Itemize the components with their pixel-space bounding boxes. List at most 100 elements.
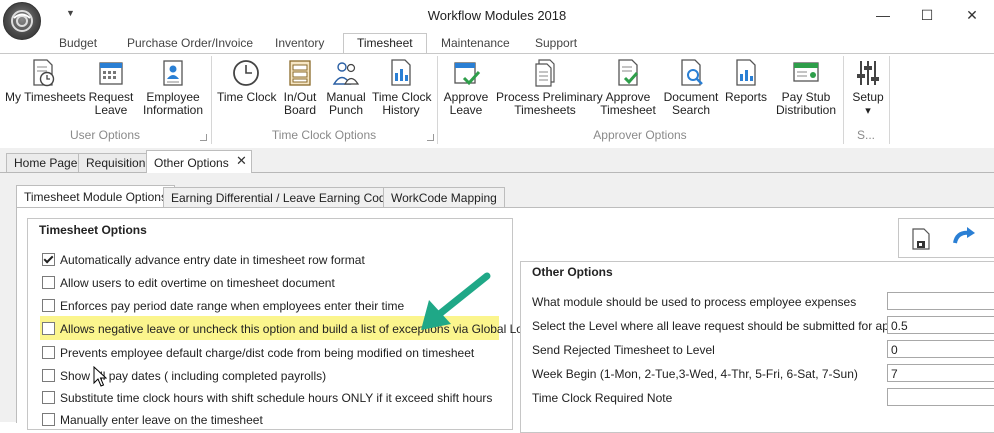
tab-workcode-mapping[interactable]: WorkCode Mapping [383, 187, 505, 207]
people-icon [332, 62, 360, 85]
checkbox[interactable] [42, 346, 55, 359]
other-option-label-week-begin: Week Begin (1-Mon, 2-Tue,3-Wed, 4-Thr, 5… [532, 367, 858, 381]
pay-stub-distribution-label: Pay Stub Distribution [775, 90, 837, 117]
ribbon-tab-maintenance[interactable]: Maintenance [441, 36, 510, 50]
setup-dropdown-icon: ▾ [865, 105, 871, 117]
time-clock-button[interactable]: Time Clock [217, 58, 277, 104]
calendar-check-icon [454, 62, 481, 86]
other-options-title: Other Options [532, 265, 613, 279]
checkbox[interactable] [42, 276, 55, 289]
document-tabs: Home Page Requisition Other Options ✕ [0, 148, 994, 173]
process-preliminary-timesheets-button[interactable]: Process Preliminary Timesheets [496, 58, 603, 117]
option-manual-leave[interactable]: Manually enter leave on the timesheet [42, 413, 263, 433]
reports-icon [736, 59, 756, 86]
tab-timesheet-module-options[interactable]: Timesheet Module Options [16, 185, 175, 208]
sliders-icon [857, 61, 879, 85]
document-search-button[interactable]: Document Search [662, 58, 720, 117]
calendar-icon [99, 62, 123, 85]
ribbon-tab-support[interactable]: Support [535, 36, 577, 50]
reports-label: Reports [724, 90, 768, 104]
paystub-icon [793, 62, 819, 82]
clock-icon [233, 60, 259, 86]
ribbon-tabs: Budget Purchase Order/Invoice Inventory … [0, 33, 994, 53]
annotation-arrow-icon [421, 272, 491, 330]
employee-info-icon [163, 60, 183, 86]
in-out-board-button[interactable]: In/Out Board [280, 58, 320, 117]
option-show-all-pay-dates[interactable]: Show all pay dates ( including completed… [42, 369, 326, 389]
checkbox[interactable] [42, 322, 55, 335]
doc-tab-requisition[interactable]: Requisition [78, 153, 154, 172]
time-clock-options-launcher-icon[interactable] [427, 134, 434, 141]
approve-leave-button[interactable]: Approve Leave [442, 58, 490, 117]
save-icon[interactable] [909, 227, 933, 251]
setup-group-label: S... [856, 128, 875, 142]
board-icon [289, 60, 311, 86]
doc-tab-home-page[interactable]: Home Page [6, 153, 86, 172]
toolbar [898, 218, 994, 258]
checkbox[interactable] [42, 413, 55, 426]
other-option-label-rejected-level: Send Rejected Timesheet to Level [532, 343, 715, 357]
timesheet-options-title: Timesheet Options [39, 223, 147, 237]
approve-timesheet-label: Approve Timesheet [600, 90, 656, 117]
pay-stub-distribution-button[interactable]: Pay Stub Distribution [774, 58, 838, 117]
option-label: Automatically advance entry date in time… [60, 253, 365, 267]
manual-punch-button[interactable]: Manual Punch [326, 58, 366, 117]
my-timesheets-label: My Timesheets [5, 90, 86, 104]
week-begin-field[interactable]: 7 [887, 364, 994, 382]
request-leave-button[interactable]: Request Leave [88, 58, 134, 117]
setup-button[interactable]: Setup ▾ [848, 58, 888, 118]
checkbox[interactable] [42, 391, 55, 404]
user-options-launcher-icon[interactable] [200, 134, 207, 141]
ribbon-tab-purchase-order[interactable]: Purchase Order/Invoice [127, 36, 253, 50]
documents-icon [535, 59, 555, 87]
time-clock-note-field[interactable] [887, 388, 994, 406]
my-timesheets-button[interactable]: My Timesheets [5, 58, 86, 104]
manual-punch-label: Manual Punch [326, 90, 366, 117]
mouse-cursor-icon [93, 366, 107, 387]
option-auto-advance[interactable]: Automatically advance entry date in time… [42, 253, 365, 273]
option-substitute-hours[interactable]: Substitute time clock hours with shift s… [42, 391, 492, 411]
ribbon-tab-inventory[interactable]: Inventory [275, 36, 324, 50]
timesheet-clock-icon [33, 59, 55, 87]
ribbon-separator [889, 56, 890, 144]
document-check-icon [618, 59, 639, 86]
document-search-icon [681, 59, 703, 86]
time-clock-label: Time Clock [217, 90, 277, 104]
title-bar: ▼ Workflow Modules 2018 — ☐ ✕ [0, 0, 994, 40]
maximize-button[interactable]: ☐ [910, 4, 944, 26]
option-label: Manually enter leave on the timesheet [60, 413, 263, 427]
history-icon [391, 59, 411, 86]
minimize-button[interactable]: — [866, 4, 900, 26]
time-clock-options-group-label: Time Clock Options [271, 128, 377, 142]
ribbon-tab-budget[interactable]: Budget [59, 36, 97, 50]
window-title: Workflow Modules 2018 [427, 8, 567, 23]
other-option-label-time-clock-note: Time Clock Required Note [532, 391, 673, 405]
option-label: Substitute time clock hours with shift s… [60, 391, 493, 405]
option-label: Allow users to edit overtime on timeshee… [60, 276, 335, 290]
checkbox[interactable] [42, 299, 55, 312]
option-edit-overtime[interactable]: Allow users to edit overtime on timeshee… [42, 276, 335, 296]
employee-information-label: Employee Information [142, 90, 204, 117]
inner-tabs: Timesheet Module Options Earning Differe… [16, 185, 994, 208]
rejected-level-field[interactable]: 0 [887, 340, 994, 358]
refresh-icon[interactable] [951, 225, 977, 251]
time-clock-history-button[interactable]: Time Clock History [372, 58, 432, 117]
close-button[interactable]: ✕ [955, 4, 989, 26]
other-option-label-expense-module: What module should be used to process em… [532, 295, 857, 309]
setup-label: Setup [852, 90, 884, 104]
option-prevent-default-charge[interactable]: Prevents employee default charge/dist co… [42, 346, 474, 366]
reports-button[interactable]: Reports [724, 58, 768, 104]
close-tab-icon[interactable]: ✕ [236, 153, 247, 169]
tab-earning-differential[interactable]: Earning Differential / Leave Earning Cod… [163, 187, 407, 207]
time-clock-history-label: Time Clock History [372, 90, 432, 117]
request-leave-label: Request Leave [88, 90, 134, 117]
in-out-board-label: In/Out Board [283, 90, 317, 117]
approve-timesheet-button[interactable]: Approve Timesheet [600, 58, 656, 117]
leave-level-field[interactable]: 0.5 [887, 316, 994, 334]
option-enforce-pay-period[interactable]: Enforces pay period date range when empl… [42, 299, 404, 319]
checkbox[interactable] [42, 369, 55, 382]
expense-module-field[interactable] [887, 292, 994, 310]
employee-information-button[interactable]: Employee Information [142, 58, 204, 117]
ribbon-tab-timesheet[interactable]: Timesheet [343, 33, 427, 53]
checkbox-checked[interactable] [42, 253, 55, 266]
